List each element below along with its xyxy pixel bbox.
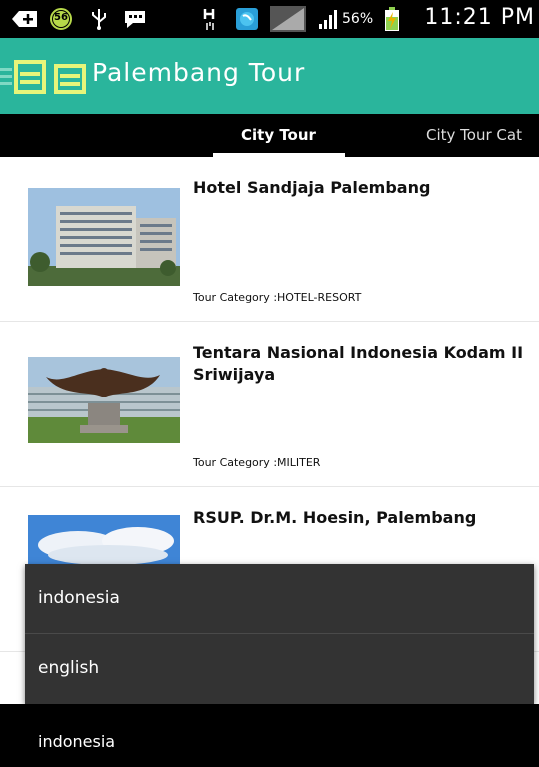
tab-city-tour[interactable]: City Tour: [241, 126, 316, 144]
badge-count: 56: [54, 12, 68, 23]
message-icon: [122, 7, 148, 31]
menu-item-label: indonesia: [38, 588, 120, 608]
app-title: Palembang Tour: [92, 58, 306, 87]
tab-bar: City Tour City Tour Cat: [0, 114, 539, 157]
list-item[interactable]: Tentara Nasional Indonesia Kodam II Sriw…: [0, 322, 539, 487]
language-menu: indonesia english: [25, 564, 534, 704]
browser-icon: [234, 7, 260, 31]
item-title: Hotel Sandjaja Palembang: [193, 178, 431, 197]
hplus-icon: [200, 7, 220, 31]
app-bar: Palembang Tour: [0, 38, 539, 114]
menu-item-label: english: [38, 658, 100, 678]
selected-language: indonesia: [38, 732, 116, 751]
language-selector[interactable]: indonesia: [0, 704, 539, 767]
item-category: Tour Category :HOTEL-RESORT: [193, 291, 362, 304]
signal-icon: [268, 6, 308, 32]
app-logo-icon: [12, 58, 90, 96]
menu-item-english[interactable]: english: [25, 634, 534, 702]
thumbnail: [28, 188, 180, 286]
status-bar: 56 56% 11:21 PM: [0, 0, 539, 38]
tab-city-tour-category[interactable]: City Tour Cat: [426, 126, 522, 144]
item-title: Tentara Nasional Indonesia Kodam II Sriw…: [193, 343, 524, 384]
add-icon: [10, 7, 40, 31]
signal-bars-icon: [317, 7, 341, 31]
menu-item-indonesia[interactable]: indonesia: [25, 564, 534, 632]
list-item[interactable]: Hotel Sandjaja Palembang Tour Category :…: [0, 157, 539, 322]
battery-percent: 56%: [342, 11, 374, 27]
usb-icon: [88, 7, 110, 31]
battery-icon: [383, 7, 401, 31]
item-category: Tour Category :MILITER: [193, 456, 321, 469]
thumbnail: [28, 357, 180, 455]
badge-icon: 56: [48, 7, 74, 31]
thumbnail: [28, 515, 180, 565]
status-time: 11:21 PM: [424, 5, 535, 30]
item-title: RSUP. Dr.M. Hoesin, Palembang: [193, 508, 477, 527]
